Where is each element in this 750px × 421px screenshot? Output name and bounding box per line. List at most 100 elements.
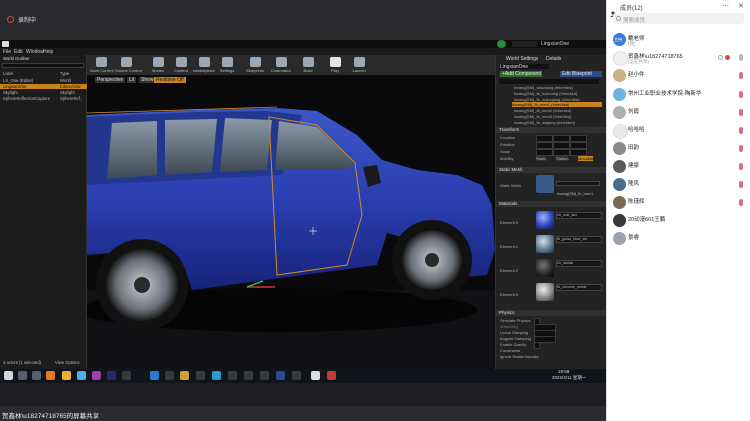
rotation-z-field[interactable]: [570, 142, 587, 149]
outliner-search-input[interactable]: [2, 63, 84, 68]
mic-muted-icon[interactable]: [739, 91, 743, 98]
app-icon[interactable]: [212, 371, 221, 380]
app-icon[interactable]: [260, 371, 269, 380]
rotation-x-field[interactable]: [536, 142, 553, 149]
mic-muted-icon[interactable]: [739, 127, 743, 134]
mic-muted-icon[interactable]: [739, 163, 743, 170]
viewport-lit-button[interactable]: Lit: [127, 77, 137, 83]
tab-details[interactable]: Details: [546, 56, 561, 62]
edit-blueprint-button[interactable]: Edit Blueprint: [560, 71, 602, 77]
start-icon[interactable]: [4, 371, 13, 380]
component-item[interactable]: lxcang(SM)_fb_luoluning (Inherited): [514, 91, 577, 96]
app-icon[interactable]: [244, 371, 253, 380]
physics-section[interactable]: Physics: [496, 310, 607, 316]
app-icon[interactable]: [228, 371, 237, 380]
unreal-icon[interactable]: [311, 371, 320, 380]
toolbar-content-button[interactable]: Content: [170, 56, 192, 74]
close-icon[interactable]: ✕: [738, 2, 744, 10]
mic-muted-icon[interactable]: [739, 145, 743, 152]
tab-ue[interactable]: [512, 41, 537, 47]
app-icon[interactable]: [327, 371, 336, 380]
toolbar-launch-button[interactable]: Launch: [348, 56, 370, 74]
transform-section[interactable]: Transform: [496, 127, 607, 133]
viewport-realtime-badge[interactable]: Realtime Off: [154, 77, 186, 83]
mic-icon[interactable]: [739, 54, 743, 61]
project-tab-title[interactable]: LingxianOne: [541, 41, 569, 47]
material-thumb[interactable]: [536, 211, 554, 229]
app-icon[interactable]: [150, 371, 159, 380]
folder-icon[interactable]: [62, 371, 71, 380]
toolbar-marketplace-button[interactable]: Marketplace: [193, 56, 215, 74]
cinematics-icon: [275, 57, 287, 67]
photoshop-icon[interactable]: [107, 371, 116, 380]
toolbar-blueprints-button[interactable]: Blueprints: [244, 56, 266, 74]
mobility-static-button[interactable]: Static: [536, 156, 547, 161]
app-icon[interactable]: [180, 371, 189, 380]
static-mesh-thumbnail[interactable]: [536, 175, 554, 193]
car-render: [87, 75, 495, 370]
scale-z-field[interactable]: [570, 149, 587, 156]
enable-gravity-checkbox[interactable]: [534, 342, 540, 349]
member-row[interactable]: 景睿: [606, 228, 750, 250]
material-dropdown[interactable]: ch_mat_lan: [556, 212, 602, 219]
material-thumb[interactable]: [536, 259, 554, 277]
material-dropdown[interactable]: fb_glass_blue_xin: [556, 236, 602, 243]
search-icon[interactable]: [18, 371, 27, 380]
component-item[interactable]: lxcang(SM)_fb_waiping (Inherited): [514, 120, 575, 125]
outliner-row-selected[interactable]: LingxianOne EditorActor: [0, 84, 89, 89]
outliner-row-type: EditorActor: [60, 84, 81, 89]
app-icon[interactable]: [276, 371, 285, 380]
scale-y-field[interactable]: [553, 149, 570, 156]
mic-muted-icon[interactable]: [739, 72, 743, 79]
mic-muted-icon[interactable]: [739, 109, 743, 116]
component-item[interactable]: lxcang(SM)_fb_men3 (Inherited): [514, 114, 571, 119]
view-options-button[interactable]: View Options: [55, 360, 80, 365]
static-mesh-section[interactable]: Static Mesh: [496, 167, 607, 173]
mic-muted-icon[interactable]: [739, 199, 743, 206]
scale-x-field[interactable]: [536, 149, 553, 156]
browser-icon[interactable]: [77, 371, 86, 380]
outliner-col-type[interactable]: Type: [60, 71, 69, 76]
outliner-col-label[interactable]: Label: [3, 71, 13, 76]
toolbar-source-control-button[interactable]: Source Control: [115, 56, 142, 74]
static-mesh-dropdown[interactable]: lxcang(SM)_fb_men1: [556, 181, 600, 196]
add-component-button[interactable]: +Add Component: [500, 71, 542, 77]
task-view-icon[interactable]: [32, 371, 41, 380]
material-thumb[interactable]: [536, 235, 554, 253]
component-item-selected[interactable]: lxcang(SM)_fb_men1 (Inherited): [512, 102, 602, 107]
toolbar-save-button[interactable]: Save Current: [90, 56, 114, 74]
toolbar-settings-button[interactable]: Settings: [216, 56, 238, 74]
app-icon[interactable]: [46, 371, 55, 380]
viewport-perspective-button[interactable]: Perspective: [95, 77, 126, 83]
component-search-input[interactable]: [499, 79, 599, 84]
component-item[interactable]: lxcang(SM)_xiaoxiang (Inherited): [514, 85, 573, 90]
premiere-icon[interactable]: [92, 371, 101, 380]
app-icon[interactable]: [122, 371, 131, 380]
mobility-movable-button[interactable]: Movable: [578, 156, 594, 161]
location-y-field[interactable]: [553, 135, 570, 142]
toolbar-build-button[interactable]: Build: [297, 56, 319, 74]
outliner-row[interactable]: SphereReflectionCapture SphereRef..: [3, 96, 82, 101]
material-dropdown[interactable]: ch_lanlab: [556, 260, 602, 267]
materials-section[interactable]: Materials: [496, 201, 607, 207]
component-item[interactable]: lxcang(SM)_fb_men2 (Inherited): [514, 108, 571, 113]
toolbar-play-button[interactable]: Play: [324, 56, 346, 74]
toolbar-modes-button[interactable]: Modes: [147, 56, 169, 74]
app-icon[interactable]: [292, 371, 301, 380]
level-viewport[interactable]: Perspective Lit Show Realtime Off: [87, 75, 495, 370]
app-icon[interactable]: [196, 371, 205, 380]
location-x-field[interactable]: [536, 135, 553, 142]
app-icon[interactable]: [165, 371, 174, 380]
outliner-row[interactable]: Skylight Skylight: [3, 90, 75, 95]
rotation-y-field[interactable]: [553, 142, 570, 149]
tab-world-settings[interactable]: World Settings: [506, 56, 538, 62]
more-icon[interactable]: ⋯: [722, 2, 729, 10]
material-thumb[interactable]: [536, 283, 554, 301]
mobility-station-button[interactable]: Station: [556, 156, 569, 161]
video-icon[interactable]: [718, 55, 723, 60]
mic-muted-icon[interactable]: [739, 181, 743, 188]
toolbar-cinematics-button[interactable]: Cinematics: [270, 56, 292, 74]
location-z-field[interactable]: [570, 135, 587, 142]
material-dropdown[interactable]: fb_chrome_metal: [556, 284, 602, 291]
outliner-row[interactable]: LX_One (Editor): [3, 78, 33, 83]
